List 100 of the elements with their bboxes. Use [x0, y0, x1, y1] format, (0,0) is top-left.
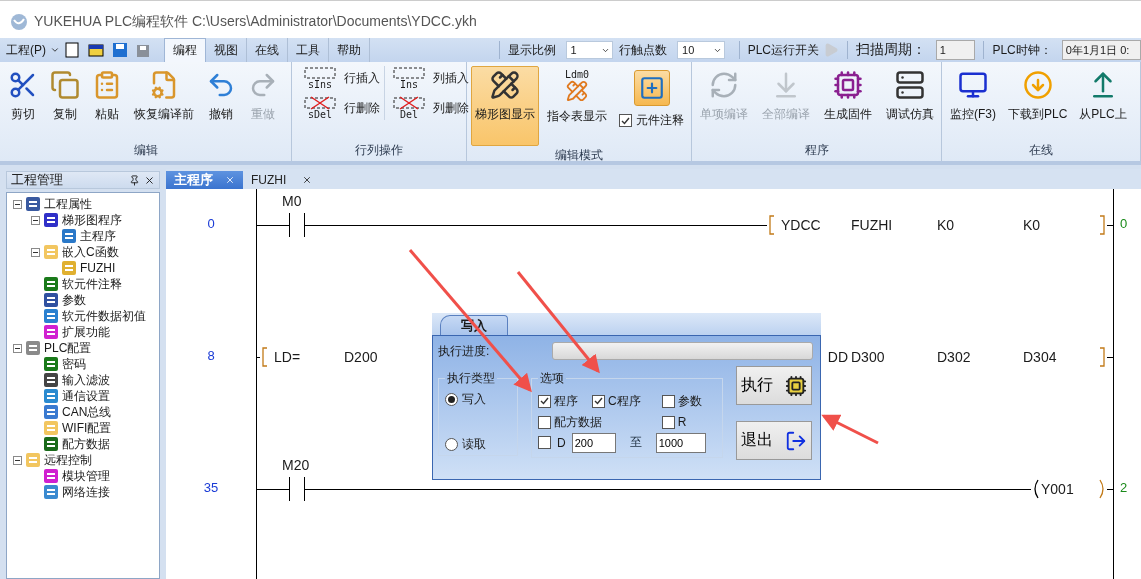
ladder-bracket-icon	[392, 66, 426, 80]
ladder-bracket-icon	[392, 96, 426, 110]
device-icon	[895, 70, 925, 100]
check-icon	[621, 116, 630, 125]
input-field[interactable]: 1000	[655, 432, 706, 453]
ribbon-button[interactable]: 监控(F3)	[946, 66, 1000, 127]
collapse-toggle[interactable]	[13, 199, 22, 209]
contact-label: M20	[282, 457, 310, 473]
app-logo-icon	[10, 12, 28, 31]
operand: K0	[1023, 217, 1042, 233]
tree-item[interactable]: 输入滤波	[62, 371, 110, 389]
close-icon[interactable]	[302, 175, 312, 185]
ribbon-button[interactable]: 生成固件	[820, 66, 876, 127]
run-switch-label: PLC运行开关	[747, 41, 819, 59]
tree-item[interactable]: 扩展功能	[62, 323, 110, 341]
ribbon-button[interactable]: sIns 行插入	[300, 66, 380, 90]
ribbon-button[interactable]: Ins 列插入	[389, 66, 469, 90]
tree-item[interactable]: 网络连接	[62, 483, 110, 501]
clock-field[interactable]: 0年1月1日 0:	[1061, 40, 1141, 60]
open-folder-icon[interactable]	[87, 42, 104, 58]
tree-item[interactable]: CAN总线	[62, 403, 112, 421]
menu-tab[interactable]: 编程	[163, 38, 206, 62]
ribbon-button[interactable]: Ldm0 指令表显示	[543, 66, 611, 129]
tree-item[interactable]: 参数	[62, 291, 86, 309]
ribbon-button[interactable]: 撤销	[202, 66, 240, 127]
ribbon-button[interactable]: 调试仿真	[882, 66, 938, 127]
group-title: 程序	[803, 142, 830, 159]
icon-caption: Ldm0	[564, 70, 590, 80]
new-file-icon[interactable]	[63, 42, 80, 58]
checkbox[interactable]	[538, 394, 551, 408]
progress-label: 执行进度:	[438, 342, 491, 360]
ribbon-button[interactable]: 从PLC上	[1075, 66, 1131, 127]
range-label: 至	[629, 434, 642, 452]
radio-button[interactable]	[445, 393, 458, 406]
instruction-bracket	[1099, 215, 1107, 235]
collapse-toggle[interactable]	[31, 215, 40, 225]
refresh-icon	[709, 70, 739, 100]
panel-title: 工程管理	[11, 171, 63, 189]
zoom-dropdown[interactable]: 1	[565, 41, 614, 59]
tree-item[interactable]: PLC配置	[44, 339, 92, 357]
checkbox[interactable]	[619, 114, 632, 127]
tree-item[interactable]: 密码	[62, 355, 86, 373]
checkbox[interactable]	[538, 415, 551, 429]
step-number: 35	[202, 480, 220, 497]
ribbon-button[interactable]: 复制	[46, 66, 84, 127]
operand: D304	[1023, 349, 1058, 365]
tree-item[interactable]: 工程属性	[44, 195, 92, 213]
tree-item[interactable]: 嵌入C函数	[62, 243, 119, 261]
operand: DD	[826, 349, 849, 365]
collapse-toggle[interactable]	[13, 343, 22, 353]
dropdown-icon[interactable]	[50, 45, 60, 55]
close-icon[interactable]	[144, 174, 155, 186]
icon-caption: Ins	[399, 80, 419, 90]
step-number: 0	[206, 216, 216, 233]
save-icon[interactable]	[111, 42, 128, 58]
tree-item[interactable]: 软元件注释	[62, 275, 122, 293]
ribbon-button[interactable]: 梯形图显示	[471, 66, 539, 146]
checkbox[interactable]	[538, 436, 551, 450]
pin-icon[interactable]	[129, 174, 140, 186]
menu-item[interactable]: 工程(P)	[6, 41, 46, 59]
copy-icon	[50, 70, 80, 100]
contact-label: M0	[282, 193, 302, 209]
ribbon-button[interactable]: 恢复编译前	[130, 66, 198, 127]
collapse-toggle[interactable]	[13, 455, 22, 465]
scan-cycle-label: 扫描周期：	[855, 41, 926, 59]
tree-item[interactable]: 主程序	[80, 227, 116, 245]
tree-item[interactable]: WIFI配置	[62, 419, 112, 437]
icon-caption: sDel	[307, 110, 333, 120]
tree-item[interactable]: 远程控制	[44, 451, 92, 469]
checkbox[interactable]	[661, 394, 675, 408]
input-field[interactable]: 200	[571, 432, 616, 453]
scan-cycle-field[interactable]: 1	[935, 40, 976, 60]
tree-item[interactable]: 通信设置	[62, 387, 110, 405]
contacts-dropdown[interactable]: 10	[677, 41, 725, 59]
tree-item[interactable]: 梯形图程序	[62, 211, 122, 229]
ribbon-button[interactable]: 粘贴	[88, 66, 126, 127]
checkbox[interactable]	[661, 415, 675, 429]
ribbon-button[interactable]: 剪切	[4, 66, 42, 127]
instruction-bracket	[767, 215, 775, 235]
document-tab[interactable]: 主程序	[166, 171, 243, 189]
collapse-toggle[interactable]	[31, 247, 40, 257]
pencil-icon	[566, 80, 588, 102]
checkbox[interactable]	[592, 394, 605, 408]
save-as-icon[interactable]	[135, 42, 152, 58]
tree-item[interactable]: 配方数据	[62, 435, 110, 453]
tree-item[interactable]: 模块管理	[62, 467, 110, 485]
operand: FUZHI	[851, 217, 894, 233]
instruction-bracket	[260, 347, 268, 367]
dialog-button[interactable]: 执行	[735, 366, 812, 405]
document-tab[interactable]: FUZHI	[243, 171, 320, 189]
tree-item[interactable]: 软元件数据初值	[62, 307, 146, 325]
ribbon-button[interactable]: 下载到PLC	[1004, 66, 1072, 127]
icon-caption: Del	[399, 110, 419, 120]
radio-button[interactable]	[445, 438, 458, 451]
dialog-button[interactable]: 退出	[735, 421, 812, 460]
arrow-annotation	[821, 414, 879, 445]
tree-item[interactable]: FUZHI	[80, 261, 116, 275]
ribbon-button[interactable]: sDel 行删除	[300, 96, 380, 120]
ribbon-button[interactable]: Del 列删除	[389, 96, 469, 120]
check-icon	[594, 397, 603, 406]
